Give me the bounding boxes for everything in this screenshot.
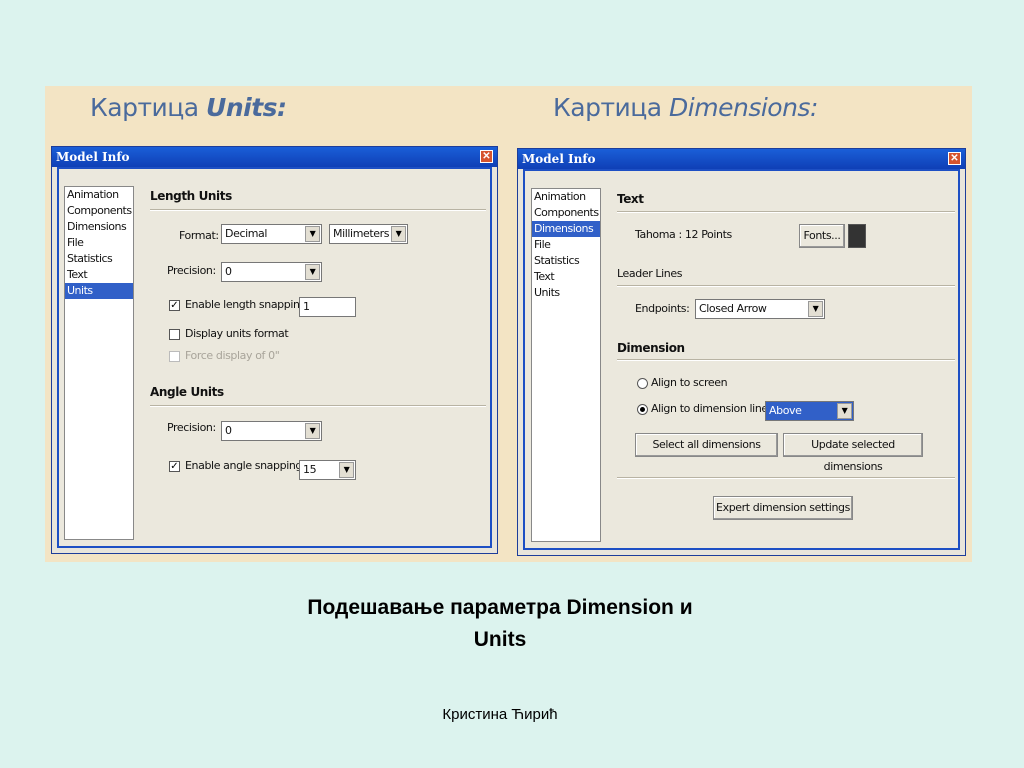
caption-dimensions-prefix: Картица [553, 93, 662, 122]
chevron-down-icon[interactable]: ▼ [837, 403, 852, 419]
endpoints-select[interactable]: Closed Arrow ▼ [695, 299, 825, 319]
units-nav-list: Animation Components Dimensions File Sta… [64, 186, 134, 540]
dimensions-dialog: Model Info ✕ Animation Components Dimens… [517, 148, 966, 556]
select-all-dimensions-button[interactable]: Select all dimensions [635, 433, 778, 457]
chevron-down-icon[interactable]: ▼ [391, 226, 406, 242]
caption-dimensions: Картица Dimensions: [553, 93, 818, 122]
author-name: Кристина Ћирић [442, 706, 558, 723]
caption-units: Картица Units: [90, 93, 287, 122]
angle-precision-label: Precision: [167, 421, 216, 434]
dimensions-dialog-body: Animation Components Dimensions File Sta… [523, 169, 960, 550]
force-display-checkbox [169, 351, 180, 362]
chevron-down-icon[interactable]: ▼ [305, 264, 320, 280]
enable-length-snapping-checkbox[interactable]: ✓ [169, 300, 180, 311]
update-selected-dimensions-button[interactable]: Update selected dimensions [783, 433, 923, 473]
dimensions-dialog-title: Model Info [522, 152, 596, 166]
angle-units-header: Angle Units [150, 385, 224, 399]
leader-lines-divider [617, 285, 955, 287]
nav-item-animation[interactable]: Animation [532, 189, 600, 205]
angle-precision-select[interactable]: 0 ▼ [221, 421, 322, 441]
dimension-header: Dimension [617, 341, 685, 355]
text-divider [617, 211, 955, 213]
units-dialog-body: Animation Components Dimensions File Sta… [57, 167, 492, 548]
angle-precision-select-value: 0 [225, 424, 232, 437]
dimension-divider [617, 359, 955, 361]
units-dialog-title: Model Info [56, 150, 130, 164]
format-select[interactable]: Decimal ▼ [221, 224, 322, 244]
angle-snapping-select-value: 15 [303, 463, 317, 476]
chevron-down-icon[interactable]: ▼ [305, 423, 320, 439]
chevron-down-icon[interactable]: ▼ [808, 301, 823, 317]
align-position-select[interactable]: Above ▼ [765, 401, 854, 421]
nav-item-units[interactable]: Units [532, 285, 600, 301]
align-position-select-value: Above [769, 404, 802, 417]
length-units-header: Length Units [150, 189, 232, 203]
fonts-button[interactable]: Fonts... [799, 224, 845, 248]
slide-title-line1: Подешавање параметра Dimension и [307, 596, 693, 619]
unit-select[interactable]: Millimeters ▼ [329, 224, 408, 244]
slide-title: Подешавање параметра Dimension и Units [200, 592, 800, 656]
precision-label: Precision: [167, 264, 216, 277]
nav-item-units[interactable]: Units [65, 283, 133, 299]
angle-snapping-select[interactable]: 15 ▼ [299, 460, 356, 480]
font-color-swatch[interactable] [848, 224, 866, 248]
endpoints-label: Endpoints: [635, 302, 690, 315]
nav-item-components[interactable]: Components [532, 205, 600, 221]
nav-item-file[interactable]: File [65, 235, 133, 251]
enable-angle-snapping-label: Enable angle snapping [185, 459, 302, 472]
nav-item-statistics[interactable]: Statistics [532, 253, 600, 269]
display-units-format-checkbox[interactable] [169, 329, 180, 340]
enable-angle-snapping-checkbox[interactable]: ✓ [169, 461, 180, 472]
chevron-down-icon[interactable]: ▼ [305, 226, 320, 242]
nav-item-file[interactable]: File [532, 237, 600, 253]
screenshot-panel: Картица Units: Картица Dimensions: Model… [45, 86, 972, 562]
expert-dimension-settings-button[interactable]: Expert dimension settings [713, 496, 853, 520]
caption-units-prefix: Картица [90, 93, 199, 122]
chevron-down-icon[interactable]: ▼ [339, 462, 354, 478]
dimensions-nav-list: Animation Components Dimensions File Sta… [531, 188, 601, 542]
align-to-screen-label: Align to screen [651, 376, 728, 389]
units-dialog: Model Info ✕ Animation Components Dimens… [51, 146, 498, 554]
nav-item-text[interactable]: Text [532, 269, 600, 285]
units-dialog-close-icon[interactable]: ✕ [480, 150, 493, 163]
unit-select-value: Millimeters [333, 227, 390, 240]
force-display-label: Force display of 0" [185, 349, 280, 362]
nav-item-text[interactable]: Text [65, 267, 133, 283]
dimensions-dialog-close-icon[interactable]: ✕ [948, 152, 961, 165]
nav-item-statistics[interactable]: Statistics [65, 251, 133, 267]
precision-select-value: 0 [225, 265, 232, 278]
slide-title-line2: Units [473, 628, 527, 651]
nav-item-dimensions[interactable]: Dimensions [65, 219, 133, 235]
align-to-dimension-line-radio[interactable] [637, 404, 648, 415]
nav-item-animation[interactable]: Animation [65, 187, 133, 203]
precision-select[interactable]: 0 ▼ [221, 262, 322, 282]
format-select-value: Decimal [225, 227, 268, 240]
angle-units-divider [150, 405, 486, 407]
caption-dimensions-name: Dimensions: [669, 93, 818, 122]
font-info: Tahoma : 12 Points [635, 228, 732, 241]
align-to-dimension-line-label: Align to dimension line [651, 402, 768, 415]
format-label: Format: [179, 229, 219, 242]
leader-lines-header: Leader Lines [617, 267, 683, 280]
units-dialog-titlebar: Model Info ✕ [52, 147, 497, 167]
expert-divider [617, 477, 955, 479]
align-to-screen-radio[interactable] [637, 378, 648, 389]
enable-length-snapping-label: Enable length snapping [185, 298, 307, 311]
dimensions-dialog-titlebar: Model Info ✕ [518, 149, 965, 169]
display-units-format-label: Display units format [185, 327, 289, 340]
length-snapping-input[interactable]: 1 [299, 297, 356, 317]
nav-item-dimensions[interactable]: Dimensions [532, 221, 600, 237]
nav-item-components[interactable]: Components [65, 203, 133, 219]
caption-units-name: Units: [206, 93, 287, 122]
length-units-divider [150, 209, 486, 211]
text-header: Text [617, 192, 644, 206]
endpoints-select-value: Closed Arrow [699, 302, 767, 315]
